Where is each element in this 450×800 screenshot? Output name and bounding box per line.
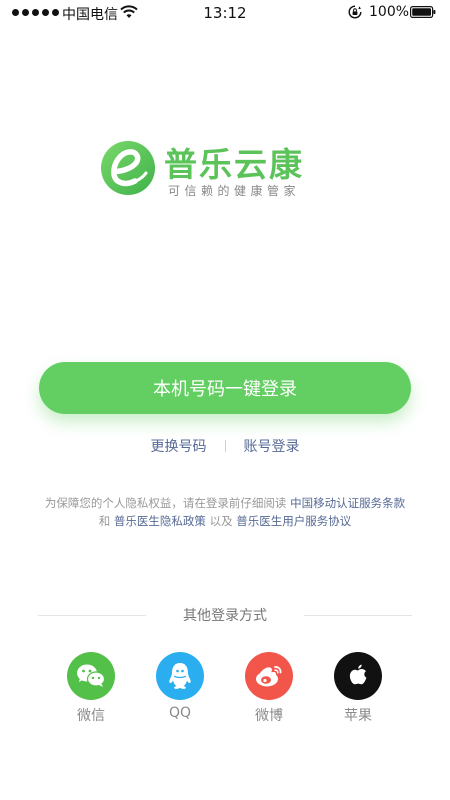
privacy-policy-link[interactable]: 普乐医生隐私政策 bbox=[114, 514, 206, 528]
rotation-lock-icon bbox=[348, 5, 362, 19]
brand-slogan: 可信赖的健康管家 bbox=[168, 184, 301, 198]
wechat-login-button[interactable]: 微信 bbox=[61, 652, 121, 725]
agreement-also: 以及 bbox=[205, 514, 237, 528]
qq-login-button[interactable]: QQ bbox=[150, 652, 210, 721]
privacy-agreement-text: 为保障您的个人隐私权益，请在登录前仔细阅读 中国移动认证服务条款 和 普乐医生隐… bbox=[40, 494, 410, 530]
weibo-label: 微博 bbox=[255, 708, 283, 724]
apple-label: 苹果 bbox=[344, 708, 372, 724]
qq-icon[interactable] bbox=[156, 652, 204, 700]
battery-percentage: 100% bbox=[369, 4, 410, 20]
divider-line-right bbox=[304, 615, 412, 616]
brand-name: 普乐云康 bbox=[164, 145, 304, 184]
qq-label: QQ bbox=[168, 705, 192, 721]
brand-logo-mark-icon bbox=[101, 141, 155, 195]
apple-login-button[interactable]: 苹果 bbox=[328, 652, 388, 725]
one-click-login-button[interactable]: 本机号码一键登录 bbox=[39, 362, 411, 414]
status-bar: 中国电信 13:12 100% bbox=[0, 0, 450, 26]
wechat-icon[interactable] bbox=[67, 652, 115, 700]
account-login-link[interactable]: 账号登录 bbox=[244, 436, 300, 456]
change-number-link[interactable]: 更换号码 bbox=[151, 436, 207, 456]
weibo-icon[interactable] bbox=[245, 652, 293, 700]
weibo-login-button[interactable]: 微博 bbox=[239, 652, 299, 725]
apple-icon[interactable] bbox=[334, 652, 382, 700]
user-service-agreement-link[interactable]: 普乐医生用户服务协议 bbox=[236, 514, 351, 528]
secondary-login-links: 更换号码 账号登录 bbox=[0, 436, 450, 456]
agreement-prefix: 为保障您的个人隐私权益，请在登录前仔细阅读 bbox=[44, 496, 291, 510]
battery-icon bbox=[410, 6, 436, 18]
cmcc-terms-link[interactable]: 中国移动认证服务条款 bbox=[290, 496, 405, 510]
agreement-and: 和 bbox=[98, 514, 114, 528]
other-login-divider: 其他登录方式 bbox=[38, 605, 412, 625]
wechat-label: 微信 bbox=[77, 708, 105, 724]
link-separator bbox=[224, 440, 226, 452]
brand-logo: 普乐云康 可信赖的健康管家 bbox=[100, 140, 340, 200]
